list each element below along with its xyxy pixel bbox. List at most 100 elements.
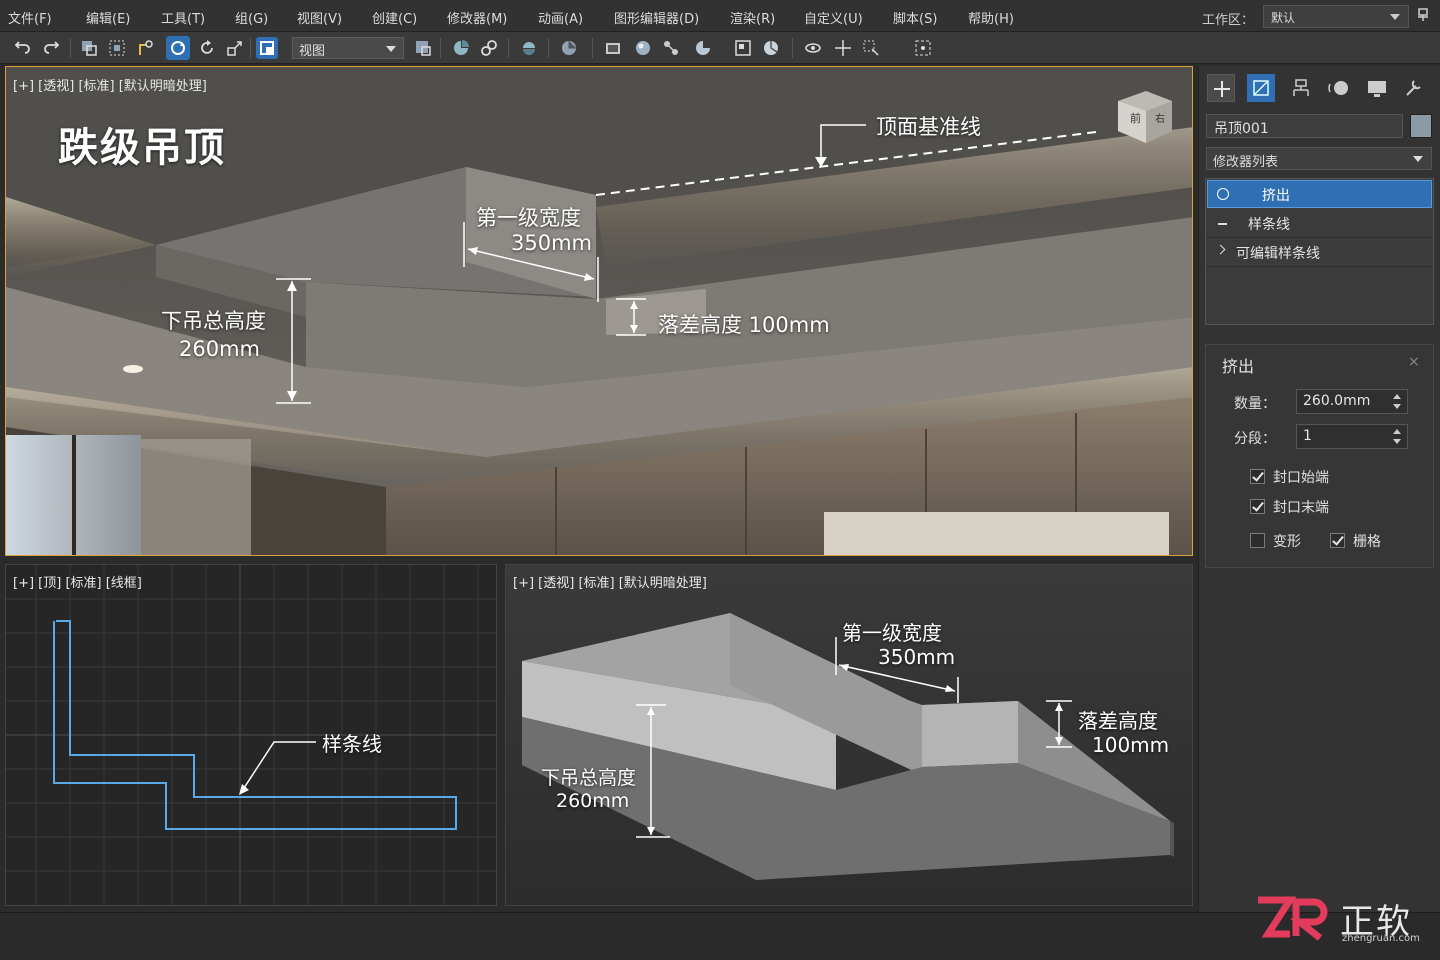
menu-rendering[interactable]: 渲染(R) — [730, 8, 775, 27]
amount-value: 260.0mm — [1303, 393, 1371, 409]
chevron-right-icon[interactable] — [1215, 244, 1226, 255]
workspace-label: 工作区： — [1202, 13, 1255, 28]
perspective-viewport[interactable]: [+] [透视] [标准] [默认明暗处理] 第一级宽度 350mm 落差高度 … — [505, 564, 1193, 906]
menu-modifiers[interactable]: 修改器(M) — [447, 8, 507, 27]
command-panel: 吊顶001 修改器列表 挤出 样条线 可编辑样条线 挤出 × 数量： 260.0… — [1198, 66, 1440, 912]
redo-icon[interactable] — [42, 39, 60, 57]
workspace-select[interactable]: 默认 — [1263, 5, 1409, 28]
menu-group[interactable]: 组(G) — [235, 8, 268, 27]
mirror-icon[interactable] — [520, 39, 538, 57]
menu-bar: 文件(F) 编辑(E) 工具(T) 组(G) 视图(V) 创建(C) 修改器(M… — [0, 0, 1440, 32]
watermark-site: zhengruan.com — [1342, 933, 1420, 944]
pin-icon[interactable] — [1416, 7, 1430, 23]
morph-radio[interactable] — [1250, 533, 1265, 548]
toolbar-divider — [508, 38, 509, 58]
menu-animation[interactable]: 动画(A) — [538, 8, 583, 27]
orbit-icon[interactable] — [804, 39, 822, 57]
schematic-view-icon[interactable] — [662, 39, 680, 57]
annotation-total-title: 下吊总高度 — [161, 309, 266, 333]
close-icon[interactable]: × — [1408, 354, 1420, 370]
menu-scripting[interactable]: 脚本(S) — [893, 8, 937, 27]
link-icon[interactable] — [480, 39, 498, 57]
visibility-icon[interactable] — [1217, 188, 1229, 200]
grid-label: 栅格 — [1353, 534, 1381, 550]
scale-icon[interactable] — [226, 39, 244, 57]
maximize-viewport-icon[interactable] — [914, 39, 932, 57]
annotation-width-value: 350mm — [878, 645, 956, 669]
segments-spinner[interactable]: 1 — [1296, 424, 1408, 449]
zoom-region-icon[interactable] — [862, 39, 880, 57]
menu-tools[interactable]: 工具(T) — [161, 8, 205, 27]
viewport-label[interactable]: [+] [顶] [标准] [线框] — [13, 572, 142, 591]
status-bar — [0, 912, 1440, 960]
spline-shape[interactable] — [53, 620, 457, 830]
undo-icon[interactable] — [14, 39, 32, 57]
material-editor-icon[interactable] — [634, 39, 652, 57]
select-link-icon[interactable] — [136, 39, 154, 57]
cap-end-label: 封口末端 — [1273, 500, 1329, 516]
main-toolbar: 视图 — [0, 32, 1440, 64]
pan-icon[interactable] — [834, 39, 852, 57]
modifier-list-label: 修改器列表 — [1213, 155, 1279, 170]
snap-toggle-icon[interactable] — [452, 39, 470, 57]
morph-label: 变形 — [1273, 534, 1301, 550]
spinner-down-icon[interactable] — [1393, 404, 1401, 409]
modifier-stack: 挤出 样条线 可编辑样条线 — [1205, 178, 1434, 325]
page-title: 跌级吊顶 — [58, 125, 226, 171]
create-tab-icon[interactable] — [1207, 74, 1235, 102]
menu-help[interactable]: 帮助(H) — [968, 8, 1014, 27]
rollout-title[interactable]: 挤出 — [1222, 353, 1254, 377]
annotation-drop-value: 100mm — [1092, 733, 1170, 757]
rotate-icon[interactable] — [198, 39, 216, 57]
display-tab-icon[interactable] — [1363, 74, 1391, 102]
stack-item-editable-spline[interactable]: 可编辑样条线 — [1207, 239, 1432, 267]
perspective-viewport-main[interactable]: [+] [透视] [标准] [默认明暗处理] 跌级吊顶 顶面基准线 第一级宽度 … — [5, 66, 1193, 556]
pivot-center-icon[interactable] — [414, 39, 432, 57]
cap-end-checkbox[interactable] — [1250, 499, 1265, 514]
utilities-tab-icon[interactable] — [1399, 74, 1427, 102]
stack-item-spline[interactable]: 样条线 — [1207, 210, 1432, 238]
stack-item-label: 样条线 — [1248, 217, 1290, 233]
viewcube-front-label[interactable]: 前 — [1130, 110, 1141, 126]
annotation-total-value: 260mm — [556, 790, 630, 812]
render-frame-icon[interactable] — [734, 39, 752, 57]
cap-start-checkbox[interactable] — [1250, 469, 1265, 484]
rotate-active-icon[interactable] — [166, 36, 190, 60]
cap-start-label: 封口始端 — [1273, 470, 1329, 486]
layer-explorer-icon[interactable] — [604, 39, 622, 57]
placement-icon[interactable] — [256, 37, 278, 59]
hierarchy-tab-icon[interactable] — [1287, 74, 1315, 102]
modifier-list-dropdown[interactable]: 修改器列表 — [1206, 147, 1432, 170]
amount-label: 数量： — [1234, 396, 1276, 412]
spinner-up-icon[interactable] — [1393, 429, 1401, 434]
menu-view[interactable]: 视图(V) — [297, 8, 342, 27]
align-icon[interactable] — [560, 39, 578, 57]
render-setup-icon[interactable] — [694, 39, 712, 57]
top-view-grid — [6, 565, 496, 905]
amount-spinner[interactable]: 260.0mm — [1296, 389, 1408, 414]
reference-coordinate-select[interactable]: 视图 — [292, 37, 404, 59]
render-icon[interactable] — [762, 39, 780, 57]
watermark-logo: 正软 zhengruan.com — [1254, 894, 1434, 950]
spinner-down-icon[interactable] — [1393, 439, 1401, 444]
viewport-label[interactable]: [+] [透视] [标准] [默认明暗处理] — [513, 572, 707, 591]
viewport-label[interactable]: [+] [透视] [标准] [默认明暗处理] — [13, 75, 207, 94]
object-color-swatch[interactable] — [1410, 114, 1432, 138]
motion-tab-icon[interactable] — [1325, 74, 1353, 102]
modify-tab-icon[interactable] — [1247, 74, 1275, 102]
menu-file[interactable]: 文件(F) — [8, 8, 52, 27]
select-object-icon[interactable] — [80, 39, 98, 57]
stack-item-extrude[interactable]: 挤出 — [1207, 180, 1432, 208]
grid-radio[interactable] — [1330, 533, 1345, 548]
menu-edit[interactable]: 编辑(E) — [86, 8, 130, 27]
menu-graph-editors[interactable]: 图形编辑器(D) — [614, 8, 699, 27]
menu-create[interactable]: 创建(C) — [372, 8, 417, 27]
chevron-down-icon — [1413, 156, 1423, 162]
select-region-icon[interactable] — [108, 39, 126, 57]
top-viewport[interactable]: [+] [顶] [标准] [线框] 样条线 — [5, 564, 497, 906]
annotation-total-value: 260mm — [179, 337, 260, 361]
spinner-up-icon[interactable] — [1393, 394, 1401, 399]
object-name-input[interactable]: 吊顶001 — [1206, 114, 1403, 138]
viewcube-right-label[interactable]: 右 — [1155, 110, 1165, 125]
menu-customize[interactable]: 自定义(U) — [804, 8, 863, 27]
